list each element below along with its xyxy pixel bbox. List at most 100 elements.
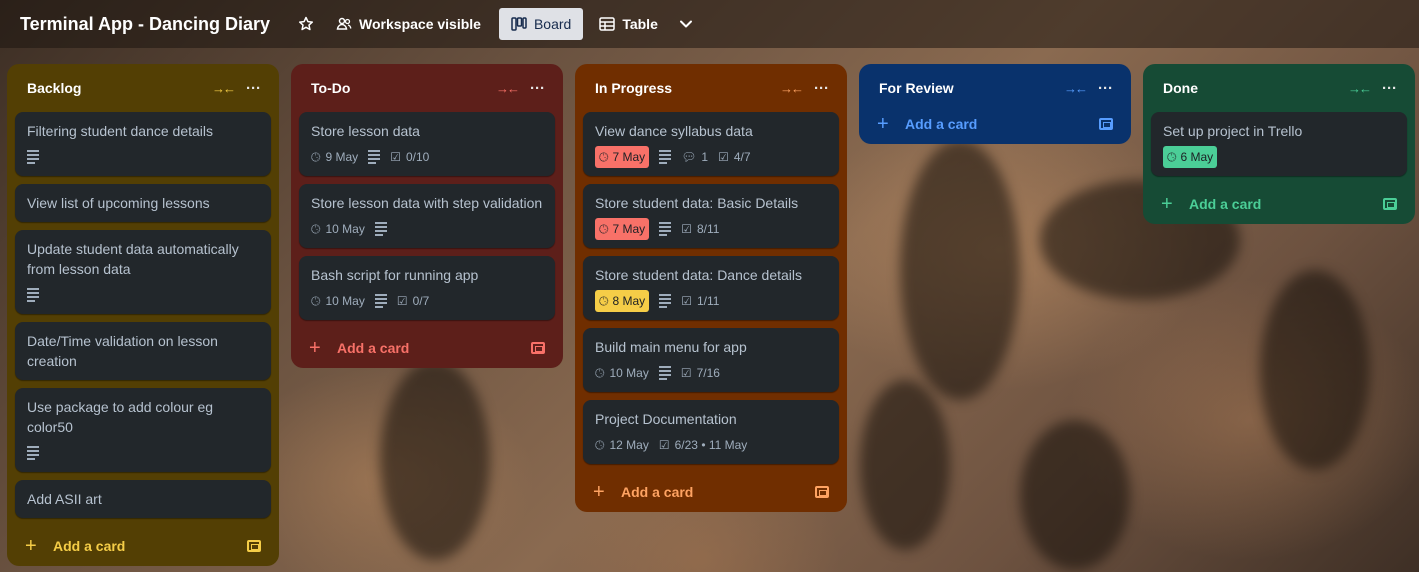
template-icon[interactable] bbox=[1383, 198, 1397, 210]
card[interactable]: Update student data automatically from l… bbox=[15, 230, 271, 314]
list-todo: To-Do →← ··· Store lesson data 🕓︎ 9 May ☑… bbox=[291, 64, 563, 368]
more-icon[interactable]: ··· bbox=[246, 80, 261, 97]
more-icon[interactable]: ··· bbox=[530, 80, 545, 97]
plus-icon: + bbox=[877, 113, 889, 135]
list-title[interactable]: Backlog bbox=[27, 80, 212, 96]
add-card-label: Add a card bbox=[621, 484, 694, 500]
chevron-down-icon bbox=[678, 16, 694, 32]
card[interactable]: View dance syllabus data 🕓︎ 7 May 💬︎ 1 ☑︎ 4… bbox=[583, 112, 839, 176]
clock-icon: 🕓︎ bbox=[599, 221, 609, 236]
template-icon[interactable] bbox=[1099, 118, 1113, 130]
card[interactable]: Store lesson data with step validation 🕓… bbox=[299, 184, 555, 248]
checkbox-icon: ☑︎ bbox=[718, 150, 729, 164]
description-icon bbox=[374, 294, 387, 308]
clock-icon: 🕓︎ bbox=[599, 149, 609, 164]
card-title: View list of upcoming lessons bbox=[27, 195, 210, 211]
description-icon bbox=[27, 288, 39, 302]
due-date-badge[interactable]: 🕓︎ 12 May bbox=[595, 438, 649, 453]
more-views-button[interactable] bbox=[670, 8, 702, 40]
collapse-icon[interactable]: →← bbox=[496, 81, 520, 96]
visibility-button[interactable]: Workspace visible bbox=[324, 8, 493, 40]
card[interactable]: Store student data: Basic Details 🕓︎ 7 Ma… bbox=[583, 184, 839, 248]
comments-badge: 💬︎ 1 bbox=[681, 150, 709, 164]
list-for-review: For Review →← ··· + Add a card bbox=[859, 64, 1131, 144]
list-title[interactable]: To-Do bbox=[311, 80, 496, 96]
clock-icon: 🕓︎ bbox=[1167, 149, 1177, 164]
template-icon[interactable] bbox=[815, 486, 829, 498]
description-icon bbox=[658, 366, 671, 380]
card[interactable]: Build main menu for app 🕓︎ 10 May ☑︎ 7/16 bbox=[583, 328, 839, 392]
description-icon bbox=[27, 150, 39, 164]
view-tab-label: Board bbox=[533, 16, 572, 32]
checklist-badge: ☑︎ 6/23 • 11 May bbox=[658, 438, 748, 452]
more-icon[interactable]: ··· bbox=[814, 80, 829, 97]
card-title: Bash script for running app bbox=[311, 267, 479, 283]
due-date-badge[interactable]: 🕓︎ 9 May bbox=[311, 150, 358, 165]
view-tab-table[interactable]: Table bbox=[587, 8, 670, 40]
card-title: Filtering student dance details bbox=[27, 123, 213, 139]
collapse-icon[interactable]: →← bbox=[1348, 81, 1372, 96]
due-date-badge[interactable]: 🕓︎ 7 May bbox=[595, 218, 650, 240]
card[interactable]: View list of upcoming lessons bbox=[15, 184, 271, 222]
comment-icon: 💬︎ bbox=[681, 150, 697, 164]
template-icon[interactable] bbox=[531, 342, 545, 354]
star-icon bbox=[298, 16, 314, 32]
collapse-icon[interactable]: →← bbox=[212, 81, 236, 96]
card[interactable]: Set up project in Trello 🕓︎ 6 May bbox=[1151, 112, 1407, 176]
collapse-icon[interactable]: →← bbox=[1064, 81, 1088, 96]
add-card-button[interactable]: + Add a card bbox=[583, 472, 839, 512]
card[interactable]: Filtering student dance details bbox=[15, 112, 271, 176]
collapse-icon[interactable]: →← bbox=[780, 81, 804, 96]
list-header: Backlog →← ··· bbox=[15, 64, 271, 112]
background-shadow bbox=[380, 360, 490, 560]
due-date-badge[interactable]: 🕓︎ 10 May bbox=[311, 294, 365, 309]
card[interactable]: Date/Time validation on lesson creation bbox=[15, 322, 271, 380]
background-shadow bbox=[860, 380, 950, 550]
card[interactable]: Bash script for running app 🕓︎ 10 May ☑︎ 0… bbox=[299, 256, 555, 320]
add-card-button[interactable]: + Add a card bbox=[15, 526, 271, 566]
template-icon[interactable] bbox=[247, 540, 261, 552]
board-icon bbox=[511, 16, 527, 32]
card[interactable]: Use package to add colour eg color50 bbox=[15, 388, 271, 472]
due-date-badge[interactable]: 🕓︎ 8 May bbox=[595, 290, 650, 312]
clock-icon: 🕓︎ bbox=[311, 221, 321, 236]
checkbox-icon: ☑︎ bbox=[681, 222, 692, 236]
description-icon bbox=[374, 222, 387, 236]
card-title: Add ASII art bbox=[27, 491, 102, 507]
view-tab-label: Table bbox=[622, 16, 658, 32]
board-title[interactable]: Terminal App - Dancing Diary bbox=[20, 14, 270, 35]
add-card-button[interactable]: + Add a card bbox=[867, 104, 1123, 144]
plus-icon: + bbox=[25, 535, 37, 557]
checklist-badge: ☑︎ 4/7 bbox=[718, 150, 751, 164]
list-title[interactable]: In Progress bbox=[595, 80, 780, 96]
list-title[interactable]: For Review bbox=[879, 80, 1064, 96]
add-card-label: Add a card bbox=[337, 340, 410, 356]
more-icon[interactable]: ··· bbox=[1382, 80, 1397, 97]
view-tab-board[interactable]: Board bbox=[498, 8, 584, 40]
add-card-button[interactable]: + Add a card bbox=[299, 328, 555, 368]
due-date-badge[interactable]: 🕓︎ 6 May bbox=[1163, 146, 1218, 168]
card-title: Update student data automatically from l… bbox=[27, 241, 239, 277]
card-title: Build main menu for app bbox=[595, 339, 747, 355]
add-card-label: Add a card bbox=[53, 538, 126, 554]
plus-icon: + bbox=[1161, 193, 1173, 215]
card[interactable]: Store lesson data 🕓︎ 9 May ☑︎ 0/10 bbox=[299, 112, 555, 176]
clock-icon: 🕓︎ bbox=[311, 293, 321, 308]
table-icon bbox=[599, 16, 616, 32]
checklist-badge: ☑︎ 8/11 bbox=[681, 222, 720, 236]
card[interactable]: Project Documentation 🕓︎ 12 May ☑︎ 6/23 • … bbox=[583, 400, 839, 464]
list-title[interactable]: Done bbox=[1163, 80, 1348, 96]
card[interactable]: Add ASII art bbox=[15, 480, 271, 518]
description-icon bbox=[659, 150, 672, 164]
checklist-badge: ☑︎ 7/16 bbox=[680, 366, 720, 380]
more-icon[interactable]: ··· bbox=[1098, 80, 1113, 97]
due-date-badge[interactable]: 🕓︎ 10 May bbox=[311, 222, 365, 237]
list-done: Done →← ··· Set up project in Trello 🕓︎ 6… bbox=[1143, 64, 1415, 224]
star-button[interactable] bbox=[288, 8, 324, 40]
list-in-progress: In Progress →← ··· View dance syllabus d… bbox=[575, 64, 847, 512]
card[interactable]: Store student data: Dance details 🕓︎ 8 Ma… bbox=[583, 256, 839, 320]
add-card-button[interactable]: + Add a card bbox=[1151, 184, 1407, 224]
due-date-badge[interactable]: 🕓︎ 7 May bbox=[595, 146, 650, 168]
card-title: Store student data: Basic Details bbox=[595, 195, 799, 211]
due-date-badge[interactable]: 🕓︎ 10 May bbox=[595, 366, 649, 381]
